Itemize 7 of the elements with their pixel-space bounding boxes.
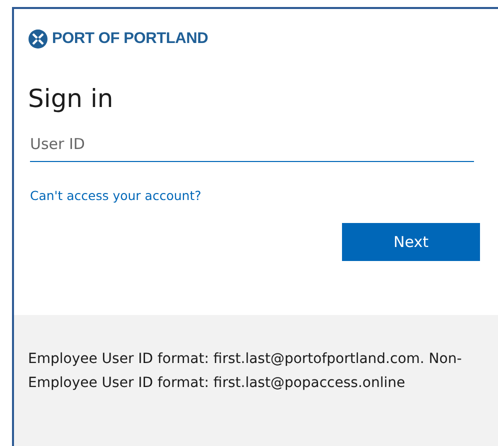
footer-text: Employee User ID format: first.last@portofportland.com. Non-Employee User ID format: first.last@popaccess.online [28, 350, 463, 393]
user-id-field[interactable]: User ID [30, 127, 474, 162]
sign-in-heading: Sign in [28, 83, 114, 115]
help-link[interactable]: Can't access your account? [30, 188, 202, 203]
next-button[interactable]: Next [342, 223, 480, 261]
logo-icon [28, 29, 48, 49]
logo-text: PORT OF PORTLAND [52, 30, 208, 48]
